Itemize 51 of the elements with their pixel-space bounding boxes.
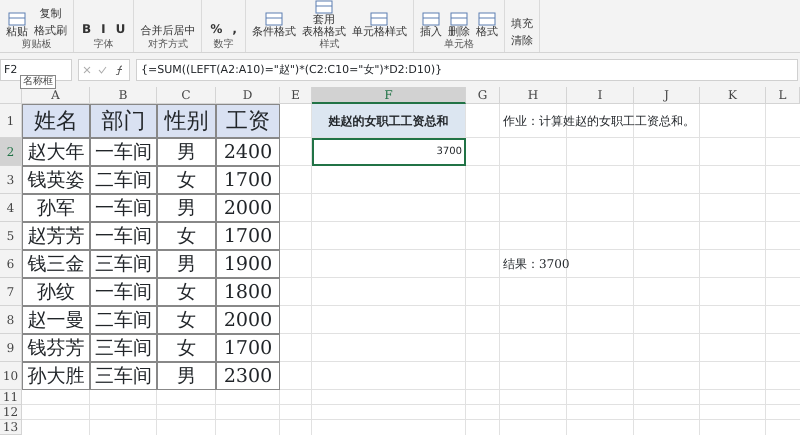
table-cell: 女: [157, 222, 216, 250]
table-cell: 3700: [312, 138, 466, 166]
group-label: 样式: [318, 38, 340, 52]
table-cell: 2000: [216, 194, 280, 222]
group-label: 数字: [212, 38, 235, 52]
table-cell: 孙大胜: [22, 362, 90, 390]
table-cell: 2000: [216, 306, 280, 334]
table-cell: 赵一曼: [22, 306, 90, 334]
table-cell: 一车间: [90, 138, 157, 166]
table-cell: 性别: [157, 104, 216, 138]
table-cell: 男: [157, 138, 216, 166]
table-cell: 钱芬芳: [22, 334, 90, 362]
table-cell: 钱英姿: [22, 166, 90, 194]
table-cell: 钱三金: [22, 250, 90, 278]
table-cell: 女: [157, 278, 216, 306]
group-label: 字体: [92, 38, 115, 52]
table-cell: 1800: [216, 278, 280, 306]
table-cell: 孙纹: [22, 278, 90, 306]
group-label: 单元格: [442, 38, 475, 52]
table-cell: 女: [157, 334, 216, 362]
tooltip: 名称框: [20, 75, 56, 89]
table-cell: 男: [157, 362, 216, 390]
table-cell: 三车间: [90, 250, 157, 278]
table-cell: 女: [157, 306, 216, 334]
table-cell: 三车间: [90, 362, 157, 390]
table-cell: 1900: [216, 250, 280, 278]
table-cell: 部门: [90, 104, 157, 138]
table-cell: 工资: [216, 104, 280, 138]
table-cell: 孙军: [22, 194, 90, 222]
table-cell-text: 结果：3700: [502, 256, 571, 273]
table-cell: 男: [157, 194, 216, 222]
table-cell: 姓名: [22, 104, 90, 138]
table-cell-text: 作业：计算姓赵的女职工工资总和。: [502, 113, 696, 130]
group-label: 剪贴板: [20, 38, 52, 52]
table-cell: 赵芳芳: [22, 222, 90, 250]
table-cell: 1700: [216, 222, 280, 250]
table-cell: 女: [157, 166, 216, 194]
table-cell: 1700: [216, 334, 280, 362]
table-cell: 赵大年: [22, 138, 90, 166]
table-cell: 姓赵的女职工工资总和: [312, 104, 466, 138]
table-cell: 1700: [216, 166, 280, 194]
table-cell: 一车间: [90, 222, 157, 250]
table-cell: 男: [157, 250, 216, 278]
table-cell: 一车间: [90, 194, 157, 222]
table-cell: 一车间: [90, 278, 157, 306]
table-cell: 2300: [216, 362, 280, 390]
table-cell: 三车间: [90, 334, 157, 362]
table-cell: 二车间: [90, 166, 157, 194]
table-cell: 2400: [216, 138, 280, 166]
group-label: 对齐方式: [146, 38, 189, 52]
table-cell: 二车间: [90, 306, 157, 334]
